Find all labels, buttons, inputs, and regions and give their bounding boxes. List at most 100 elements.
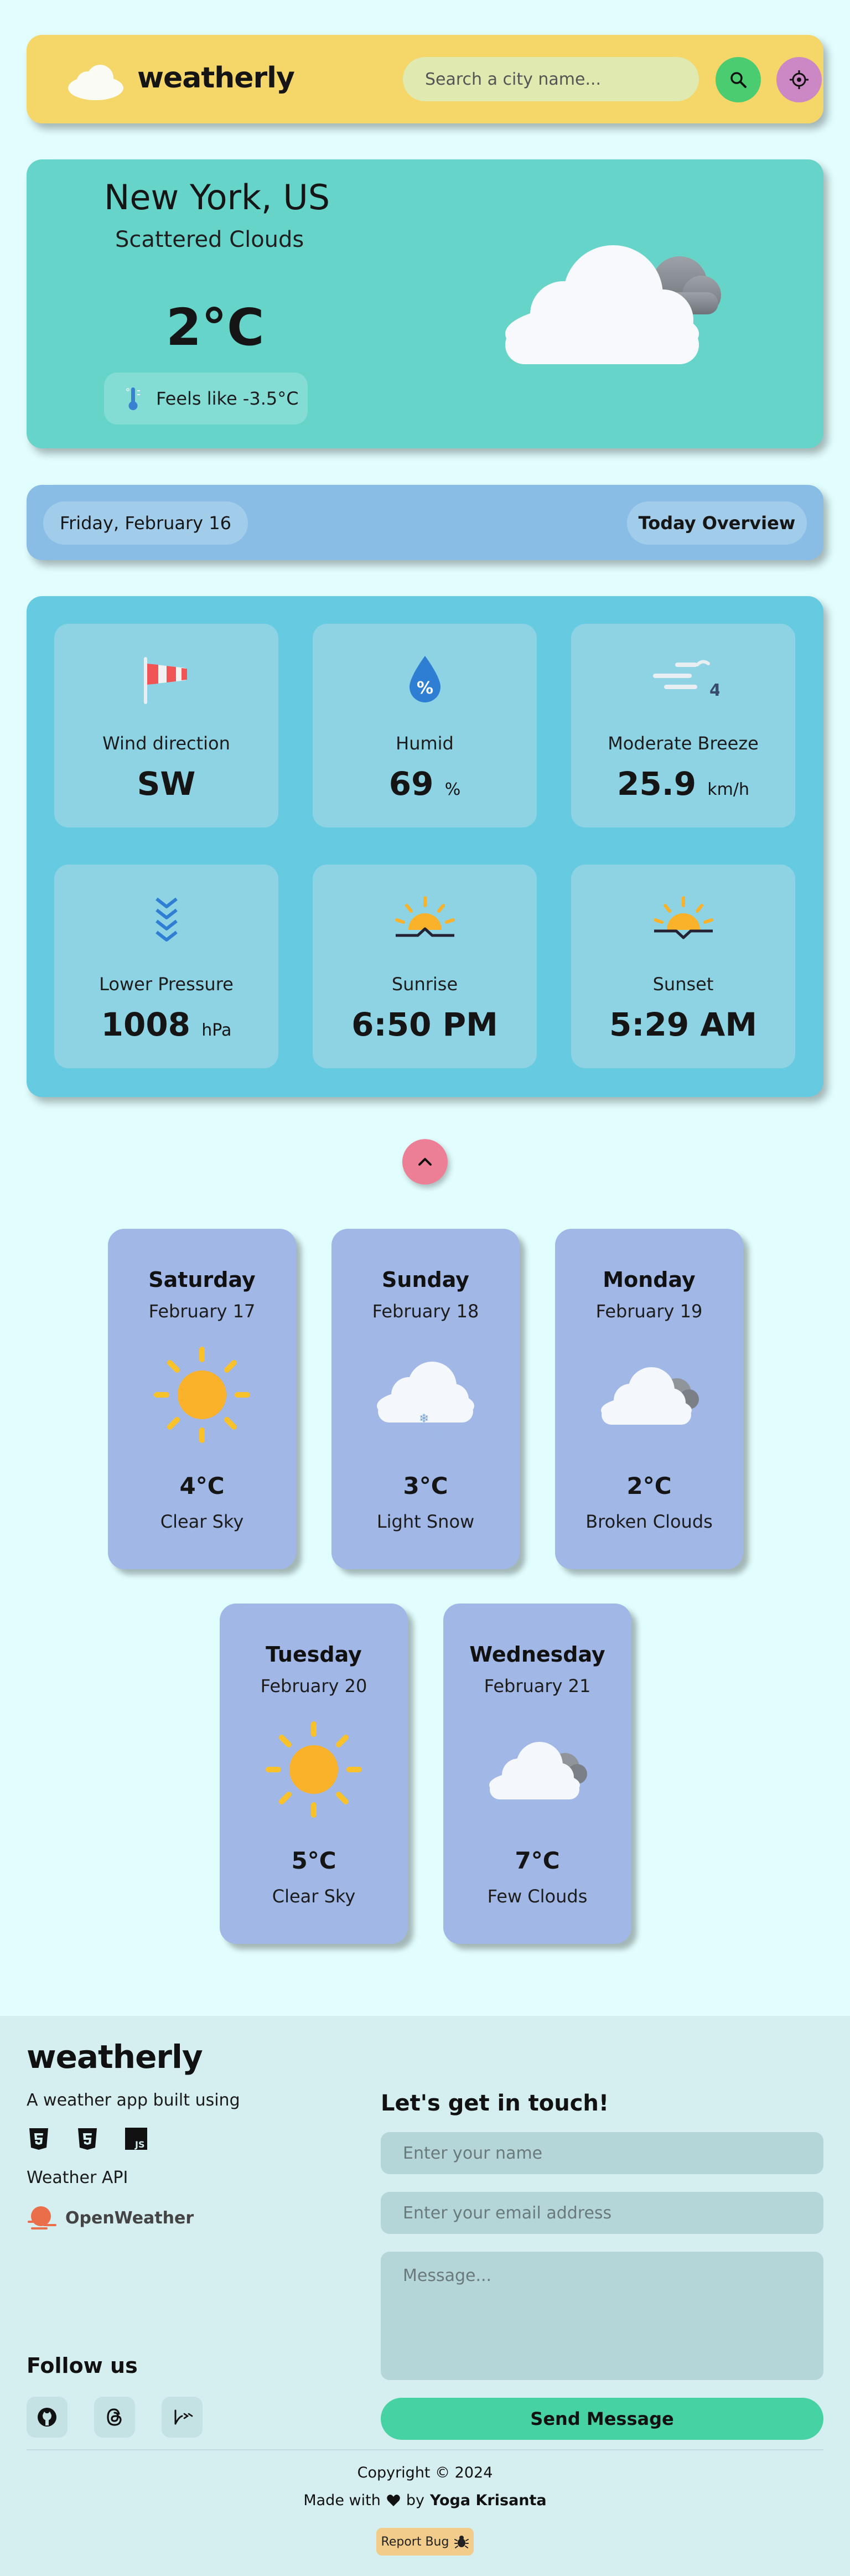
highlight-label: Lower Pressure [99, 974, 234, 995]
forecast-desc: Clear Sky [160, 1511, 244, 1532]
message-textarea[interactable] [381, 2252, 823, 2380]
feels-like-text: Feels like -3.5°C [156, 388, 299, 409]
highlight-sunset: Sunset 5:29 AM [571, 865, 795, 1068]
sunset-icon [653, 896, 713, 939]
city-search-input[interactable] [403, 57, 699, 101]
cloud-icon [68, 65, 123, 100]
email-input[interactable] [381, 2192, 823, 2234]
forecast-desc: Few Clouds [487, 1886, 588, 1907]
forecast-desc: Light Snow [376, 1511, 475, 1532]
highlight-label: Sunrise [391, 974, 458, 995]
current-weather-card: New York, US Scattered Clouds 2°C Feels … [27, 159, 823, 448]
current-location-button[interactable] [776, 57, 822, 102]
openweather-name: OpenWeather [65, 2208, 194, 2228]
javascript-icon[interactable]: JS [124, 2127, 148, 2151]
sun-icon [266, 1721, 362, 1818]
forecast-desc: Broken Clouds [585, 1511, 713, 1532]
highlight-value: SW [137, 765, 196, 803]
forecast-day: Saturday [148, 1268, 256, 1292]
forecast-day: Wednesday [469, 1642, 605, 1667]
forecast-temp: 4°C [179, 1472, 225, 1499]
svg-text:❄: ❄ [436, 1431, 442, 1440]
highlight-label: Moderate Breeze [608, 733, 759, 754]
openweather-link[interactable]: OpenWeather [27, 2204, 194, 2232]
weather-api-label: Weather API [27, 2168, 128, 2187]
highlight-value: 25.9 km/h [616, 765, 750, 803]
svg-text:4: 4 [709, 681, 719, 700]
author-link[interactable]: Yoga Krisanta [430, 2492, 547, 2509]
crosshair-icon [790, 70, 808, 89]
css3-icon[interactable] [75, 2127, 100, 2151]
contact-heading: Let's get in touch! [381, 2091, 609, 2116]
scroll-up-button[interactable] [402, 1139, 448, 1184]
search-icon [730, 72, 747, 88]
highlight-value: 6:50 PM [351, 1006, 498, 1043]
html5-icon[interactable] [27, 2127, 51, 2151]
forecast-date: February 20 [260, 1675, 367, 1696]
copyright-text: Copyright © 2024 [357, 2464, 493, 2481]
made-with-line: Made with by Yoga Krisanta [0, 2492, 850, 2509]
search-button[interactable] [716, 57, 761, 102]
windsock-icon [143, 657, 187, 704]
current-date: Friday, February 16 [43, 501, 248, 545]
highlight-value: 5:29 AM [609, 1006, 758, 1043]
forecast-day: Sunday [382, 1268, 469, 1292]
highlight-label: Wind direction [102, 733, 230, 754]
highlight-pressure: Lower Pressure 1008 hPa [54, 865, 278, 1068]
forecast-temp: 5°C [291, 1847, 336, 1874]
forecast-temp: 7°C [515, 1847, 560, 1874]
forecast-date: February 17 [148, 1301, 256, 1322]
forecast-card-tuesday: Tuesday February 20 5°C Clear Sky [220, 1603, 408, 1944]
bluesky-link[interactable] [162, 2397, 203, 2438]
heart-icon [387, 2494, 400, 2506]
wind-speed-icon: 4 [652, 660, 719, 700]
by-text: by [406, 2492, 424, 2509]
footer-divider [27, 2449, 823, 2450]
chevron-up-icon [418, 1158, 432, 1166]
built-using-text: A weather app built using [27, 2091, 240, 2110]
highlight-value: 69 % [388, 765, 461, 803]
highlight-wind-direction: Wind direction SW [54, 624, 278, 827]
made-with-text: Made with [303, 2492, 381, 2509]
bug-icon [454, 2536, 469, 2548]
threads-icon [107, 2408, 122, 2426]
weather-condition: Scattered Clouds [115, 227, 304, 252]
forecast-day: Tuesday [266, 1642, 362, 1667]
sunrise-icon [395, 896, 455, 937]
highlight-label: Humid [396, 733, 454, 754]
forecast-card-monday: Monday February 19 2°C Broken Clouds [555, 1229, 743, 1569]
forecast-day: Monday [603, 1268, 696, 1292]
highlight-value: 1008 hPa [101, 1006, 232, 1043]
humidity-icon: % [409, 656, 440, 702]
svg-text:JS: JS [134, 2139, 144, 2150]
today-overview-button[interactable]: Today Overview [627, 501, 807, 545]
city-name: New York, US [104, 177, 330, 218]
svg-text:%: % [416, 679, 433, 698]
highlight-wind-speed: 4 Moderate Breeze 25.9 km/h [571, 624, 795, 827]
highlights-panel: Wind direction SW % Humid 69 % 4 Moderat… [27, 596, 823, 1097]
send-message-button[interactable]: Send Message [381, 2398, 823, 2440]
bluesky-icon [174, 2409, 193, 2425]
forecast-temp: 3°C [403, 1472, 448, 1499]
openweather-logo-icon [28, 2206, 56, 2230]
footer-brand: weatherly [27, 2038, 203, 2076]
few-clouds-icon [489, 1742, 587, 1799]
github-icon [38, 2408, 56, 2427]
pressure-down-icon [155, 897, 178, 942]
forecast-card-wednesday: Wednesday February 21 7°C Few Clouds [443, 1603, 631, 1944]
thermometer-icon [126, 387, 140, 410]
name-input[interactable] [381, 2132, 823, 2174]
forecast-date: February 18 [372, 1301, 479, 1322]
sun-icon [154, 1347, 250, 1443]
github-link[interactable] [27, 2397, 68, 2438]
highlight-sunrise: Sunrise 6:50 PM [313, 865, 537, 1068]
current-temperature: 2°C [166, 298, 265, 357]
highlight-humidity: % Humid 69 % [313, 624, 537, 827]
svg-text:❄: ❄ [419, 1412, 429, 1426]
report-bug-button[interactable]: Report Bug [376, 2528, 474, 2556]
snow-cloud-icon: ❄ ❄ [377, 1362, 474, 1440]
page: weatherly New York, US Scattered Clouds … [0, 0, 850, 2576]
threads-link[interactable] [94, 2397, 135, 2438]
report-bug-label: Report Bug [381, 2534, 449, 2549]
header-bar: weatherly [27, 35, 823, 123]
